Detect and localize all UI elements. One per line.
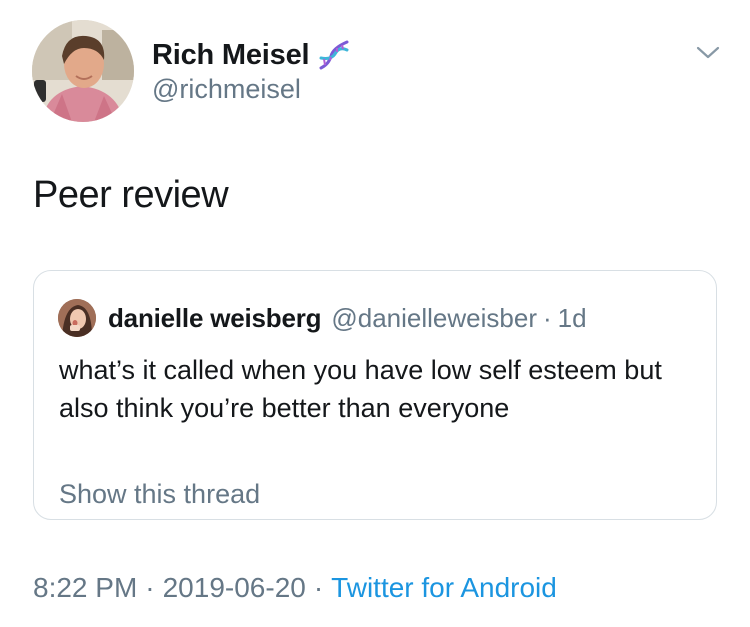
quoted-tweet-card[interactable]: danielle weisberg @danielleweisber · 1d … bbox=[33, 270, 717, 520]
author-name-label: Rich Meisel bbox=[152, 38, 310, 71]
quoted-author-avatar bbox=[58, 299, 96, 337]
meta-separator: · bbox=[145, 572, 155, 603]
quoted-tweet-text: what’s it called when you have low self … bbox=[59, 355, 662, 423]
quoted-author-handle: @danielleweisber bbox=[331, 302, 537, 333]
quoted-timestamp: 1d bbox=[557, 302, 587, 333]
tweet-source-link[interactable]: Twitter for Android bbox=[331, 572, 557, 604]
tweet-time[interactable]: 8:22 PM bbox=[33, 572, 137, 604]
dna-icon bbox=[315, 36, 353, 74]
show-thread-link[interactable]: Show this thread bbox=[59, 479, 260, 510]
tweet: Rich Meisel @richmeisel Peer review dani… bbox=[0, 0, 750, 627]
author-handle[interactable]: @richmeisel bbox=[152, 74, 301, 105]
tweet-text: Peer review bbox=[33, 174, 229, 216]
tweet-date[interactable]: 2019-06-20 bbox=[163, 572, 306, 604]
chevron-down-icon[interactable] bbox=[693, 40, 723, 64]
quoted-tweet-header: danielle weisberg @danielleweisber · 1d bbox=[58, 299, 587, 337]
author-name[interactable]: Rich Meisel bbox=[152, 36, 353, 74]
tweet-metadata: 8:22 PM · 2019-06-20 · Twitter for Andro… bbox=[33, 572, 557, 604]
author-avatar[interactable] bbox=[32, 20, 134, 122]
quoted-separator: · bbox=[542, 302, 552, 333]
quoted-author-name: danielle weisberg bbox=[108, 302, 322, 333]
meta-separator: · bbox=[313, 572, 324, 603]
